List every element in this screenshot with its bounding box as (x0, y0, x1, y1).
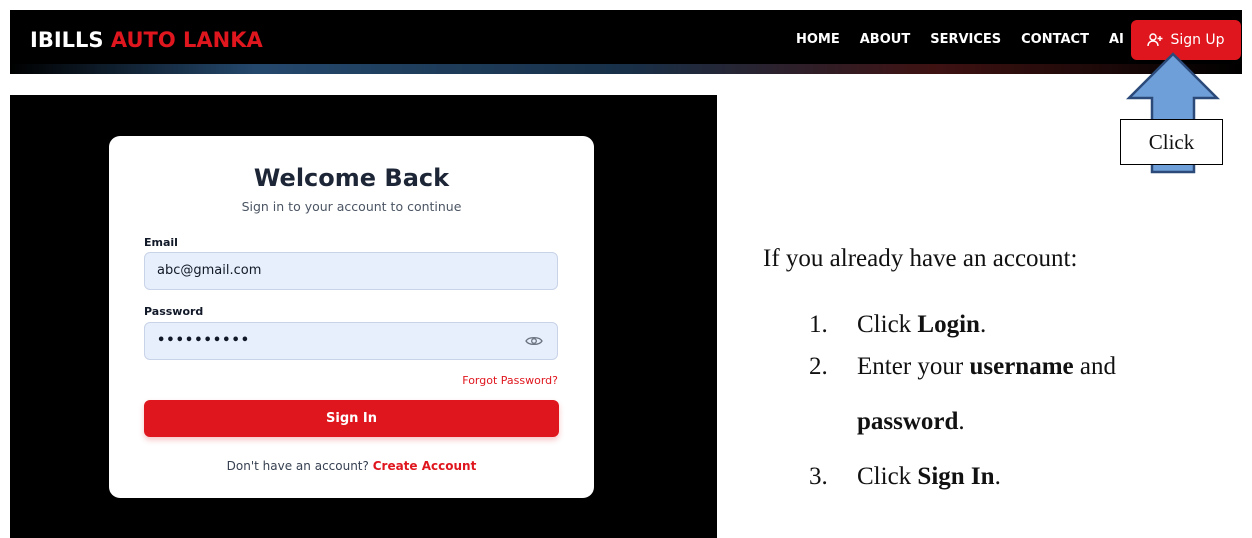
no-account-text: Don't have an account? (226, 459, 369, 473)
email-field[interactable]: abc@gmail.com (144, 252, 558, 290)
top-navbar: IBILLS AUTO LANKA HOME ABOUT SERVICES CO… (10, 10, 1242, 74)
brand-name-white: IBILLS (30, 28, 104, 52)
create-account-link[interactable]: Create Account (373, 459, 477, 473)
password-value: •••••••••• (157, 333, 251, 348)
login-card: Welcome Back Sign in to your account to … (109, 136, 594, 498)
create-account-line: Don't have an account? Create Account (109, 459, 594, 473)
click-callout: Click (1120, 119, 1223, 165)
step-text-bold: password (857, 408, 959, 435)
brand-name-red: AUTO LANKA (110, 28, 263, 52)
step-text-bold: username (969, 353, 1074, 380)
password-label: Password (144, 305, 204, 318)
nav-links: HOME ABOUT SERVICES CONTACT AI (796, 32, 1144, 47)
nav-link-contact[interactable]: CONTACT (1021, 32, 1089, 47)
sign-up-label: Sign Up (1170, 32, 1225, 48)
nav-link-services[interactable]: SERVICES (930, 32, 1001, 47)
login-title: Welcome Back (253, 164, 450, 192)
step-number: 2. (809, 353, 828, 380)
eye-icon[interactable] (525, 333, 543, 349)
navbar-glow (10, 64, 1242, 74)
step-text-post: and (1073, 353, 1116, 380)
step-text-pre: Enter your (857, 353, 970, 380)
step-text: password. (857, 408, 965, 436)
step-text: Click Sign In. (857, 463, 1001, 491)
email-label: Email (144, 236, 178, 249)
step-text: Click Login. (857, 311, 986, 339)
brand-logo[interactable]: IBILLS AUTO LANKA (30, 28, 263, 52)
email-value: abc@gmail.com (157, 263, 262, 278)
sign-in-button[interactable]: Sign In (144, 400, 559, 437)
login-subtitle: Sign in to your account to continue (241, 199, 462, 214)
step-text-pre: Click (857, 463, 918, 490)
step-text-post: . (994, 463, 1001, 490)
instructions-intro: If you already have an account: (763, 245, 1078, 272)
step-text-pre: Click (857, 311, 918, 338)
step-number: 3. (809, 463, 828, 490)
login-screenshot: Welcome Back Sign in to your account to … (10, 95, 717, 538)
nav-link-home[interactable]: HOME (796, 32, 840, 47)
nav-link-about[interactable]: ABOUT (860, 32, 910, 47)
forgot-password-link[interactable]: Forgot Password? (462, 374, 558, 387)
step-text-post: . (958, 408, 965, 435)
password-field[interactable]: •••••••••• (144, 322, 558, 360)
step-text-post: . (979, 311, 987, 338)
step-text: Enter your username and (857, 353, 1116, 381)
user-plus-icon (1147, 33, 1163, 47)
nav-link-ai[interactable]: AI (1109, 32, 1124, 47)
step-text-bold: Login (917, 311, 980, 338)
step-number: 1. (809, 311, 828, 338)
step-text-bold: Sign In (917, 463, 995, 490)
